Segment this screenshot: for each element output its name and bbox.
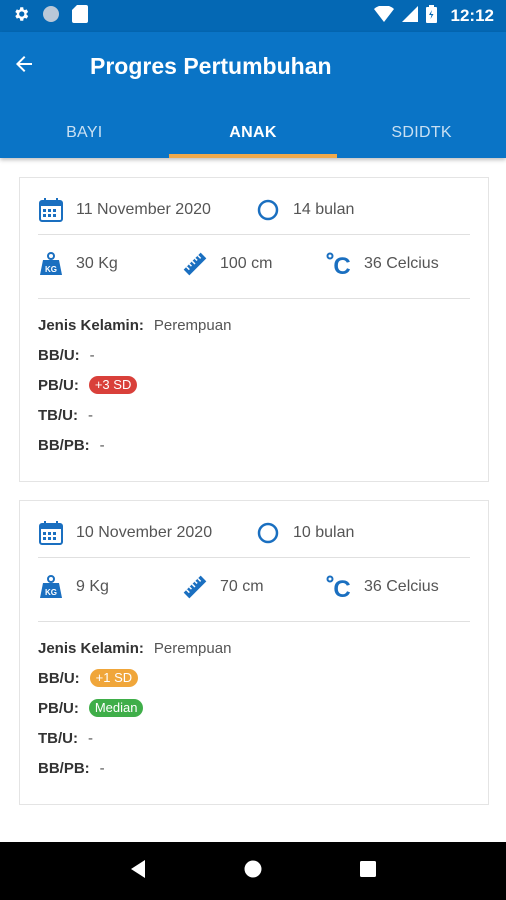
square-recents-icon [360, 860, 377, 882]
record-date: 10 November 2020 [38, 520, 255, 546]
divider [38, 557, 470, 558]
circle-icon [42, 5, 60, 28]
record-height: 70 cm [182, 574, 326, 600]
battery-icon [425, 4, 437, 28]
tab-bar: BAYI ANAK SDIDTK [0, 108, 506, 158]
triangle-back-icon [129, 859, 147, 884]
back-button[interactable] [10, 52, 38, 80]
record-age: 10 bulan [255, 520, 354, 546]
tbu-row: TB/U: - [38, 729, 93, 747]
tbu-row: TB/U: - [38, 406, 93, 424]
status-badge: +3 SD [88, 376, 138, 394]
svg-text:KG: KG [45, 265, 57, 274]
status-badge: +1 SD [89, 669, 139, 687]
record-details: Jenis Kelamin: Perempuan BB/U: - PB/U: +… [38, 310, 231, 460]
tab-anak[interactable]: ANAK [168, 108, 338, 158]
celsius-icon: C [326, 574, 352, 600]
tab-sdidtk[interactable]: SDIDTK [337, 108, 506, 158]
bbpb-row: BB/PB: - [38, 759, 105, 777]
weight-icon: KG [38, 574, 64, 600]
tab-bayi[interactable]: BAYI [0, 108, 169, 158]
record-height: 100 cm [182, 251, 326, 277]
nav-recents-button[interactable] [348, 851, 388, 891]
ruler-icon [182, 251, 208, 277]
bbu-row: BB/U: +1 SD [38, 663, 231, 693]
arrow-left-icon [12, 52, 36, 81]
record-details: Jenis Kelamin: Perempuan BB/U: +1 SD PB/… [38, 633, 231, 783]
moon-icon [255, 197, 281, 223]
record-weight: KG 9 Kg [38, 574, 182, 600]
record-date: 11 November 2020 [38, 197, 255, 223]
bbu-row: BB/U: - [38, 346, 95, 364]
sd-card-icon [72, 4, 88, 28]
svg-text:KG: KG [45, 588, 57, 597]
nav-home-button[interactable] [233, 851, 273, 891]
status-bar: 12:12 [0, 0, 506, 32]
growth-record-card[interactable]: 10 November 2020 10 bulan KG 9 Kg 70 cm … [19, 500, 489, 805]
svg-text:C: C [333, 576, 350, 600]
calendar-icon [38, 520, 64, 546]
nav-back-button[interactable] [118, 851, 158, 891]
pbu-row: PB/U: Median [38, 693, 231, 723]
divider [38, 298, 470, 299]
system-nav-bar [0, 842, 506, 900]
circle-home-icon [243, 859, 263, 884]
record-temperature: C 36 Celcius [326, 251, 439, 277]
gender-row: Jenis Kelamin: Perempuan [38, 639, 232, 657]
gender-row: Jenis Kelamin: Perempuan [38, 316, 232, 334]
ruler-icon [182, 574, 208, 600]
page-title: Progres Pertumbuhan [90, 53, 332, 79]
weight-icon: KG [38, 251, 64, 277]
growth-record-card[interactable]: 11 November 2020 14 bulan KG 30 Kg 100 c… [19, 177, 489, 482]
divider [38, 234, 470, 235]
signal-icon [401, 5, 418, 27]
record-weight: KG 30 Kg [38, 251, 182, 277]
calendar-icon [38, 197, 64, 223]
pbu-row: PB/U: +3 SD [38, 370, 231, 400]
status-time: 12:12 [450, 6, 494, 25]
record-age: 14 bulan [255, 197, 354, 223]
record-temperature: C 36 Celcius [326, 574, 439, 600]
wifi-icon [373, 4, 394, 27]
divider [38, 621, 470, 622]
app-bar: Progres Pertumbuhan BAYI ANAK SDIDTK [0, 32, 506, 158]
bbpb-row: BB/PB: - [38, 436, 105, 454]
gear-icon [12, 5, 30, 28]
svg-text:C: C [333, 253, 350, 277]
moon-icon [255, 520, 281, 546]
status-badge: Median [88, 699, 144, 717]
celsius-icon: C [326, 251, 352, 277]
